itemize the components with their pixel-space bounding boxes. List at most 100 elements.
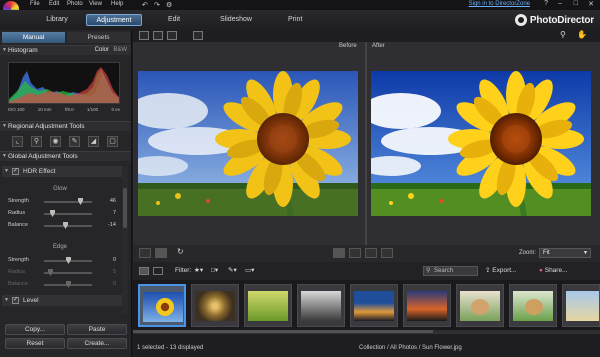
glow-label: Glow (53, 186, 67, 192)
slider-knob[interactable] (50, 210, 55, 217)
red-eye-icon[interactable]: ◉ (50, 136, 61, 147)
zoom-select[interactable]: Fit ▼ (539, 248, 591, 258)
glow-balance-slider[interactable]: Balance -14 (8, 222, 116, 230)
slider-knob[interactable] (63, 222, 68, 229)
pan-hand-icon[interactable]: ✋ (577, 30, 587, 39)
slider-track[interactable] (44, 257, 92, 264)
tab-print[interactable]: Print (280, 14, 310, 26)
glow-radius-slider[interactable]: Radius 7 (8, 210, 116, 218)
thumbnail-cat-2[interactable] (509, 284, 557, 327)
menu-photo[interactable]: Photo (67, 1, 83, 7)
spot-removal-icon[interactable]: ⚲ (31, 136, 42, 147)
before-after-viewer: Before After (133, 42, 600, 245)
create-button[interactable]: Create... (67, 338, 127, 349)
paste-button[interactable]: Paste (67, 324, 127, 335)
level-label: Level (23, 297, 39, 304)
thumbnail-city-night[interactable] (350, 284, 398, 327)
thumbnail-field[interactable] (244, 284, 292, 327)
secondary-display-icon[interactable] (193, 31, 203, 40)
gradient-mask-icon[interactable]: ◢ (88, 136, 99, 147)
histogram-header[interactable]: ▼ Histogram Color B&W (0, 45, 131, 55)
adjustment-brush-icon[interactable]: ✎ (69, 136, 80, 147)
settings-gear-icon[interactable]: ⚙ (166, 1, 172, 9)
slider-value: 7 (112, 210, 116, 216)
after-label: After (372, 43, 385, 49)
view-mode-1-icon[interactable] (333, 248, 345, 258)
file-type-filter-icon[interactable]: ▭▾ (245, 266, 254, 276)
list-view-icon[interactable] (153, 267, 163, 275)
slider-track[interactable] (44, 222, 92, 229)
before-label: Before (339, 43, 357, 49)
thumbnail-snail[interactable] (191, 284, 239, 327)
compare-view-icon[interactable] (153, 31, 163, 40)
sign-in-link[interactable]: Sign in to DirectorZone (469, 1, 530, 7)
single-photo-icon[interactable] (139, 248, 151, 258)
menu-help[interactable]: Help (111, 1, 123, 7)
hdr-effect-checkbox[interactable]: ✓ (12, 168, 19, 175)
share-button[interactable]: ● Share... (539, 266, 568, 276)
rotate-icon[interactable]: ↻ (177, 247, 184, 256)
thumbnail-cat-1[interactable] (456, 284, 504, 327)
view-mode-4-icon[interactable] (381, 248, 393, 258)
close-icon[interactable]: ✕ (588, 0, 594, 8)
maximize-icon[interactable]: □ (574, 0, 578, 7)
tab-manual[interactable]: Manual (2, 32, 65, 43)
slider-knob[interactable] (66, 257, 71, 264)
menu-edit[interactable]: Edit (49, 1, 59, 7)
edge-balance-slider[interactable]: Balance 0 (8, 281, 116, 289)
single-view-icon[interactable] (139, 31, 149, 40)
thumbnail-partial[interactable] (562, 284, 600, 327)
level-checkbox[interactable]: ✓ (12, 297, 19, 304)
slider-track[interactable] (44, 281, 92, 288)
glow-strength-slider[interactable]: Strength 46 (8, 198, 116, 206)
menu-file[interactable]: File (30, 1, 40, 7)
panel-scrollbar[interactable] (122, 166, 128, 314)
histogram-color-toggle[interactable]: Color (95, 46, 109, 55)
thumbnail-sunflower[interactable] (138, 284, 186, 327)
scrollbar-thumb[interactable] (123, 188, 127, 228)
color-label-filter-icon[interactable]: ✎▾ (228, 266, 237, 276)
reset-button[interactable]: Reset (5, 338, 65, 349)
slider-knob[interactable] (66, 281, 71, 288)
mode-tabs: Manual Presets (2, 32, 130, 43)
view-mode-3-icon[interactable] (365, 248, 377, 258)
slider-knob[interactable] (78, 198, 83, 205)
minimize-icon[interactable]: – (558, 0, 562, 7)
global-tools-header[interactable]: ▼ Global Adjustment Tools (0, 151, 131, 161)
tab-presets[interactable]: Presets (67, 32, 130, 43)
undo-icon[interactable]: ↶ (142, 1, 148, 9)
slider-track[interactable] (44, 269, 92, 276)
slider-track[interactable] (44, 210, 92, 217)
view-mode-2-icon[interactable] (349, 248, 361, 258)
thumbnail-view-icon[interactable] (139, 267, 149, 275)
exif-shutter: 1/100 (86, 107, 99, 112)
before-after-icon[interactable] (155, 248, 167, 258)
redo-icon[interactable]: ↷ (154, 1, 160, 9)
slider-track[interactable] (44, 198, 92, 205)
crop-tool-icon[interactable]: ⌞ (12, 136, 23, 147)
copy-button[interactable]: Copy... (5, 324, 65, 335)
slider-knob[interactable] (48, 269, 53, 276)
histogram-bw-toggle[interactable]: B&W (113, 46, 127, 55)
search-input[interactable]: ⚲ Search (423, 266, 478, 276)
zoom-tool-icon[interactable]: ⚲ (560, 30, 566, 39)
flag-filter-icon[interactable]: □▾ (211, 266, 218, 276)
edge-strength-slider[interactable]: Strength 0 (8, 257, 116, 265)
help-icon[interactable]: ? (544, 0, 548, 7)
export-button[interactable]: ⇪ Export... (485, 266, 516, 276)
tab-slideshow[interactable]: Slideshow (212, 14, 260, 26)
tab-library[interactable]: Library (36, 14, 78, 26)
tab-edit[interactable]: Edit (158, 14, 190, 26)
level-header[interactable]: ▼ ✓ Level (2, 295, 122, 306)
tab-adjustment[interactable]: Adjustment (86, 14, 142, 26)
regional-tools-header[interactable]: ▼ Regional Adjustment Tools (0, 121, 131, 131)
radial-filter-icon[interactable]: ▢ (107, 136, 118, 147)
rating-filter-icon[interactable]: ★▾ (194, 266, 203, 276)
thumbnail-sunset[interactable] (403, 284, 451, 327)
split-divider[interactable] (365, 42, 367, 245)
thumbnail-bridge[interactable] (297, 284, 345, 327)
edge-radius-slider[interactable]: Radius 5 (8, 269, 116, 277)
menu-view[interactable]: View (89, 1, 102, 7)
hdr-effect-header[interactable]: ▼ ✓ HDR Effect (2, 166, 122, 177)
grid-view-icon[interactable] (167, 31, 177, 40)
